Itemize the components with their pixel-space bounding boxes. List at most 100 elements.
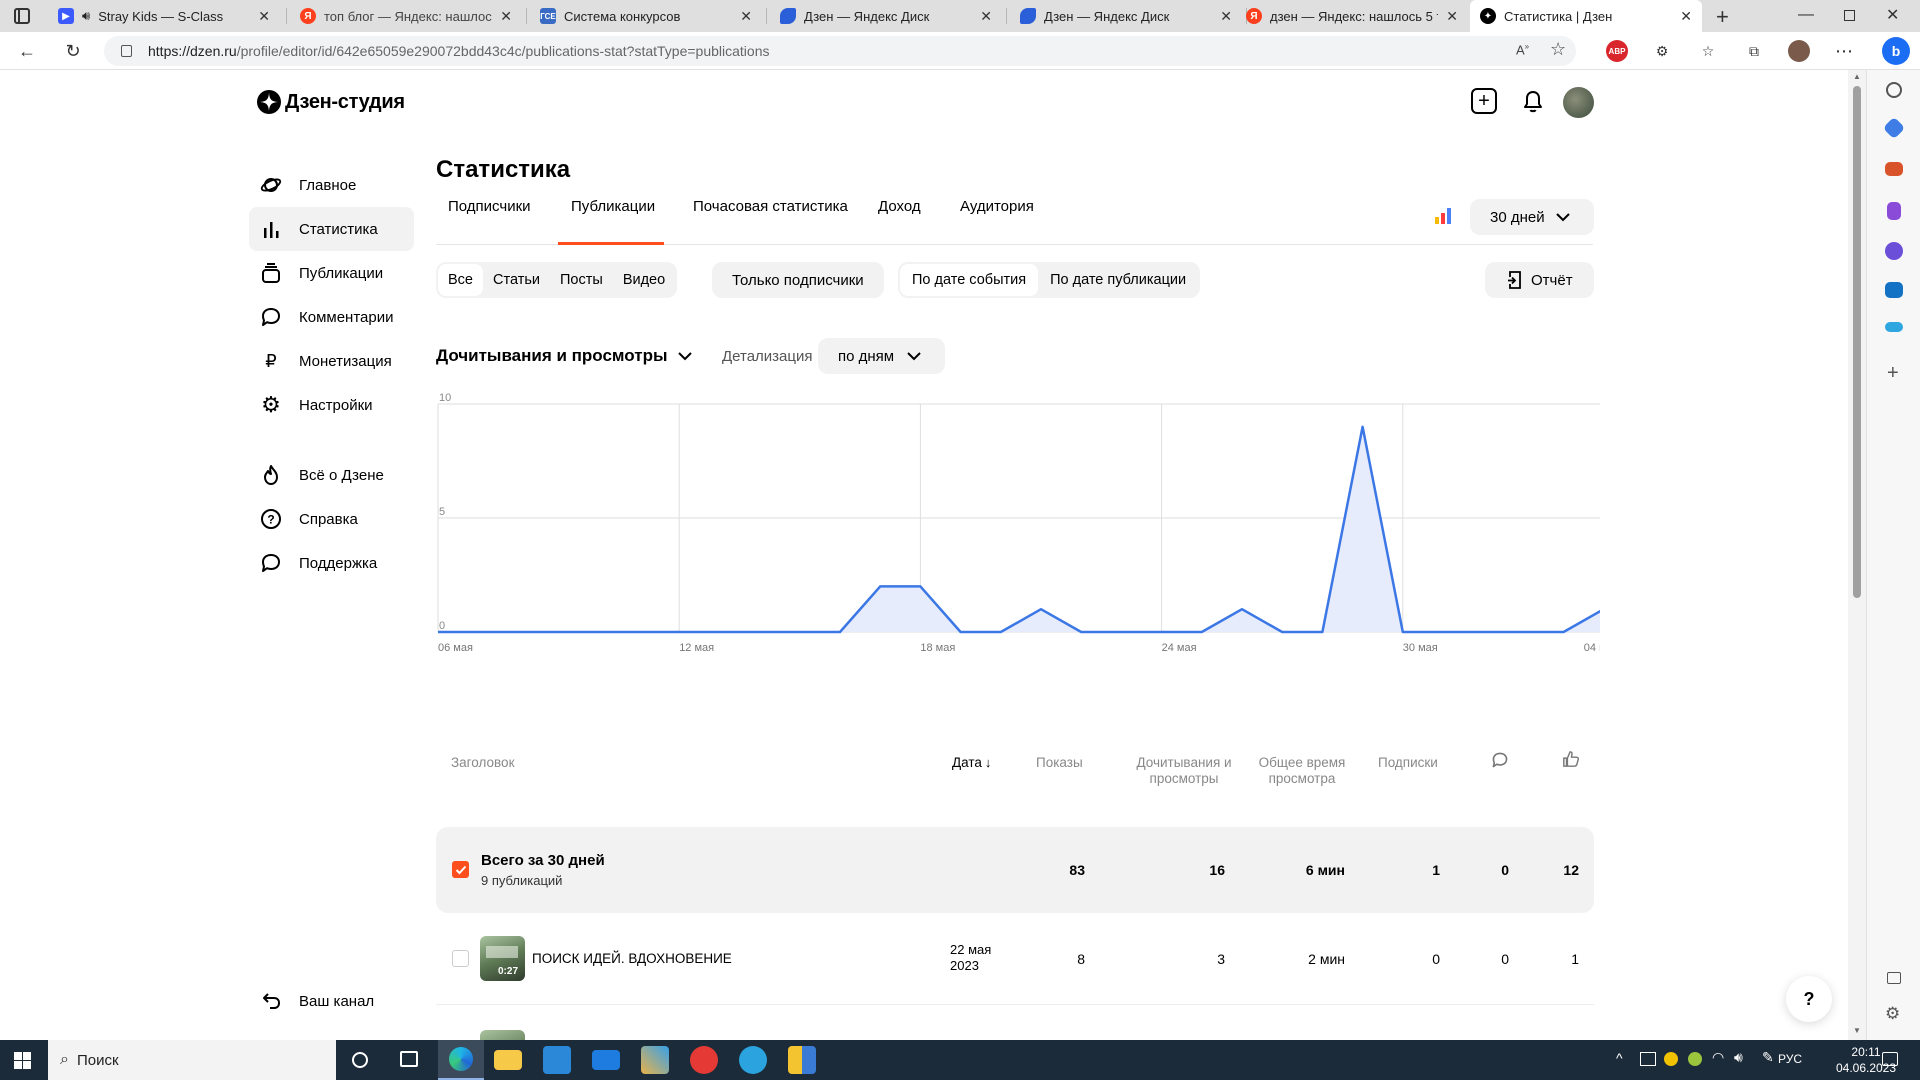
col-impressions-header[interactable]: Показы [1036, 755, 1083, 771]
sidebar-item-help[interactable]: ? Справка [249, 497, 414, 541]
restore-button[interactable] [1844, 10, 1855, 21]
cortana-icon[interactable] [352, 1052, 368, 1068]
by-publication-date[interactable]: По дате публикации [1038, 264, 1198, 296]
mail-icon[interactable] [592, 1050, 620, 1070]
volume-icon[interactable]: 🔊︎ [1734, 1049, 1743, 1066]
sidebar-item-main[interactable]: Главное [249, 163, 414, 207]
office-icon[interactable] [1885, 242, 1903, 260]
report-button[interactable]: Отчёт [1485, 262, 1594, 298]
your-channel-link[interactable]: Ваш канал [249, 979, 414, 1023]
pen-icon[interactable]: ✎ [1762, 1049, 1774, 1066]
detail-select[interactable]: по дням [818, 338, 945, 374]
tray-yellow-icon[interactable] [1688, 1052, 1702, 1066]
sidebar-item-comments[interactable]: Комментарии [249, 295, 414, 339]
sidebar-item-publications[interactable]: Публикации [249, 251, 414, 295]
telegram-icon[interactable] [739, 1046, 767, 1074]
tray-chevron-icon[interactable]: ^ [1616, 1050, 1623, 1066]
close-tab-icon[interactable]: ✕ [1446, 8, 1458, 25]
new-tab-button[interactable]: + [1716, 4, 1729, 30]
filter-posts[interactable]: Посты [550, 264, 613, 296]
filter-articles[interactable]: Статьи [483, 264, 550, 296]
sidebar-item-monetization[interactable]: ₽ Монетизация [249, 339, 414, 383]
browser-tab[interactable]: Я дзен — Яндекс: нашлось 5 тыс. ✕ [1236, 0, 1468, 32]
tools-icon[interactable] [1885, 162, 1903, 176]
sidebar-layout-icon[interactable] [1887, 972, 1901, 984]
outlook-icon[interactable] [1885, 282, 1903, 298]
browser-tab-active[interactable]: ✦ Статистика | Дзен ✕ [1470, 0, 1702, 32]
col-title-header[interactable]: Заголовок [451, 755, 514, 771]
by-event-date[interactable]: По дате события [900, 264, 1039, 296]
taskbar-search[interactable]: ⌕ Поиск [48, 1040, 336, 1080]
create-post-button[interactable]: + [1471, 88, 1497, 114]
close-tab-icon[interactable]: ✕ [1220, 8, 1232, 25]
next-publication-thumbnail[interactable] [480, 1030, 525, 1040]
favorites-icon[interactable]: ☆ [1698, 41, 1718, 61]
dzen-studio-logo[interactable]: Дзен-студия [257, 90, 405, 114]
tab-publications[interactable]: Публикации [571, 198, 655, 215]
close-tab-icon[interactable]: ✕ [500, 8, 512, 25]
metric-select[interactable]: Дочитывания и просмотры [436, 346, 693, 366]
start-button[interactable] [14, 1052, 31, 1069]
minimize-button[interactable]: — [1798, 6, 1814, 24]
file-explorer-icon[interactable] [494, 1050, 522, 1070]
language-indicator[interactable]: РУС [1778, 1052, 1802, 1066]
tab-actions-icon[interactable] [14, 8, 30, 24]
sidebar-item-support[interactable]: Поддержка [249, 541, 414, 585]
close-tab-icon[interactable]: ✕ [740, 8, 752, 25]
scroll-down-icon[interactable]: ▼ [1853, 1026, 1861, 1035]
lock-icon[interactable] [121, 45, 132, 57]
store-icon[interactable] [543, 1046, 571, 1074]
yandex-browser-icon[interactable] [690, 1046, 718, 1074]
col-watch-time-header[interactable]: Общее время просмотра [1252, 755, 1352, 787]
metrica-icon[interactable] [1434, 207, 1452, 225]
user-avatar[interactable] [1563, 87, 1594, 118]
speaker-icon[interactable]: 🔊︎ [82, 8, 90, 24]
sidebar-item-stats[interactable]: Статистика [249, 207, 414, 251]
collections-icon[interactable]: ⧉ [1744, 41, 1764, 61]
filter-videos[interactable]: Видео [613, 264, 675, 296]
like-icon[interactable] [1562, 750, 1580, 768]
scrollbar-thumb[interactable] [1853, 86, 1861, 598]
close-tab-icon[interactable]: ✕ [258, 8, 270, 25]
bing-chat-icon[interactable]: b [1882, 37, 1910, 65]
comment-icon[interactable] [1491, 751, 1509, 769]
browser-tab[interactable]: Дзен — Яндекс Диск ✕ [770, 0, 1002, 32]
add-sidebar-app-icon[interactable]: + [1887, 362, 1899, 385]
row-checkbox[interactable] [452, 950, 469, 967]
col-subscriptions-header[interactable]: Подписки [1378, 755, 1438, 771]
more-menu-icon[interactable]: ⋯ [1834, 41, 1854, 61]
address-bar[interactable]: https://dzen.ru/profile/editor/id/642e65… [104, 36, 1576, 66]
shopping-icon[interactable] [1882, 116, 1906, 140]
scroll-up-icon[interactable]: ▲ [1853, 72, 1861, 81]
tray-norton-icon[interactable] [1664, 1052, 1678, 1066]
notifications-center-icon[interactable] [1882, 1052, 1898, 1066]
sidebar-item-settings[interactable]: ⚙ Настройки [249, 383, 414, 427]
search-icon[interactable] [1886, 82, 1902, 98]
col-date-header[interactable]: Дата ↓ [952, 755, 991, 771]
taskbar-edge-active[interactable] [438, 1040, 484, 1080]
page-scrollbar[interactable]: ▲ ▼ [1848, 70, 1866, 1040]
notifications-bell-icon[interactable] [1521, 88, 1545, 114]
browser-tab[interactable]: Я топ блог — Яндекс: нашлось 2 ✕ [290, 0, 522, 32]
tray-app-icon[interactable] [1640, 1052, 1656, 1066]
tab-income[interactable]: Доход [878, 198, 921, 215]
tab-hourly-stats[interactable]: Почасовая статистика [693, 198, 848, 215]
settings-gear-icon[interactable]: ⚙ [1885, 1004, 1900, 1024]
adblock-icon[interactable]: ABP [1606, 40, 1628, 62]
archive-icon[interactable] [788, 1046, 816, 1074]
profile-avatar[interactable] [1788, 40, 1810, 62]
filter-all[interactable]: Все [438, 264, 483, 296]
publication-thumbnail[interactable]: 0:27 [480, 936, 525, 981]
browser-tab[interactable]: Дзен — Яндекс Диск ✕ [1010, 0, 1242, 32]
close-tab-icon[interactable]: ✕ [980, 8, 992, 25]
favorite-star-icon[interactable]: ☆ [1550, 39, 1566, 60]
task-view-icon[interactable] [400, 1051, 418, 1067]
help-floating-button[interactable]: ? [1786, 976, 1832, 1022]
games-icon[interactable] [1887, 202, 1901, 220]
browser-tab[interactable]: ▶ 🔊︎ Stray Kids — S-Class ✕ [48, 0, 280, 32]
subscribers-only-toggle[interactable]: Только подписчики [712, 262, 884, 298]
period-select[interactable]: 30 дней [1470, 199, 1594, 235]
publication-title[interactable]: ПОИСК ИДЕЙ. ВДОХНОВЕНИЕ [532, 951, 732, 966]
drop-icon[interactable] [1885, 322, 1903, 332]
back-button[interactable]: ← [14, 38, 40, 64]
